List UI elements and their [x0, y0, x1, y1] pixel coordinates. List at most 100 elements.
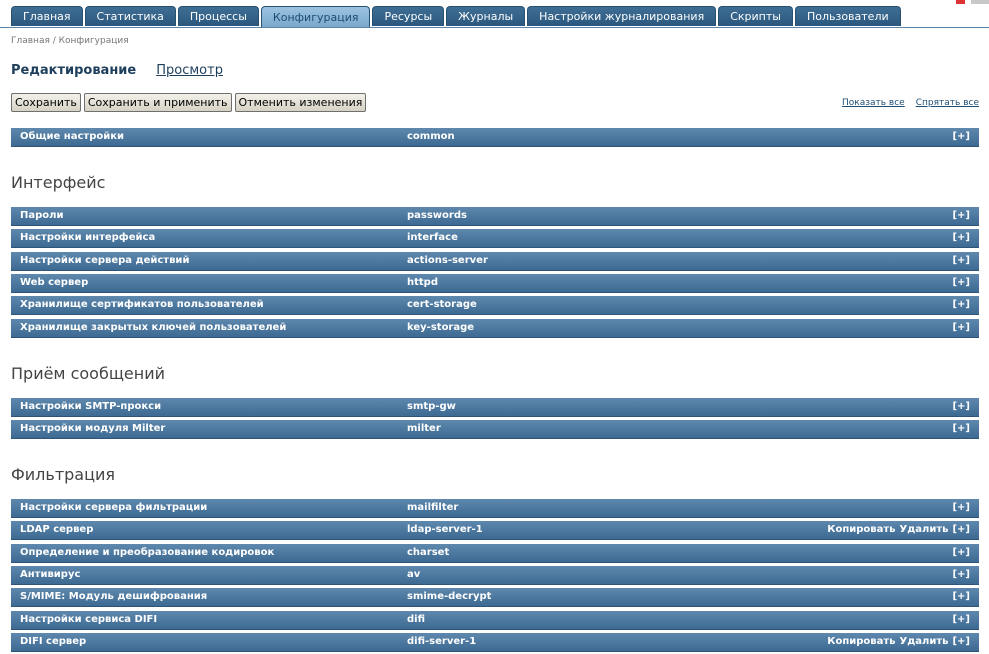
- expand-toggle[interactable]: [+]: [952, 255, 970, 266]
- config-row-av[interactable]: Антивирус av [+]: [11, 566, 979, 585]
- row-actions: [+]: [952, 401, 970, 412]
- config-row-common[interactable]: Общие настройки common [+]: [11, 128, 979, 147]
- expand-toggle[interactable]: [+]: [952, 591, 970, 602]
- flag-icon[interactable]: [947, 0, 965, 4]
- config-row-passwords[interactable]: Пароли passwords [+]: [11, 207, 979, 226]
- tab-logs[interactable]: Журналы: [446, 6, 526, 26]
- row-id: av: [407, 569, 421, 580]
- revert-button[interactable]: Отменить изменения: [234, 93, 367, 112]
- tab-processes[interactable]: Процессы: [177, 6, 259, 26]
- expand-toggle[interactable]: [+]: [952, 547, 970, 558]
- row-id: milter: [407, 423, 441, 434]
- row-actions: [+]: [952, 614, 970, 625]
- mode-view-link[interactable]: Просмотр: [156, 63, 223, 78]
- row-actions: [+]: [952, 569, 970, 580]
- config-row-smtp-gw[interactable]: Настройки SMTP-прокси smtp-gw [+]: [11, 398, 979, 417]
- config-row-key-storage[interactable]: Хранилище закрытых ключей пользователей …: [11, 319, 979, 338]
- tab-users[interactable]: Пользователи: [794, 6, 901, 26]
- config-row-cert-storage[interactable]: Хранилище сертификатов пользователей cer…: [11, 296, 979, 315]
- row-actions: Копировать Удалить [+]: [827, 636, 970, 647]
- row-actions: [+]: [952, 255, 970, 266]
- row-title: Настройки сервиса DIFI: [20, 614, 158, 625]
- row-title: DIFI сервер: [20, 636, 87, 647]
- toolbar: Сохранить Сохранить и применить Отменить…: [11, 93, 367, 112]
- config-row-httpd[interactable]: Web сервер httpd [+]: [11, 274, 979, 293]
- row-id: cert-storage: [407, 299, 477, 310]
- row-title: Настройки модуля Milter: [20, 423, 166, 434]
- nav-tabs: Главная Статистика Процессы Конфигурация…: [11, 6, 903, 27]
- config-row-interface[interactable]: Настройки интерфейса interface [+]: [11, 229, 979, 248]
- copy-link[interactable]: Копировать: [827, 636, 895, 647]
- row-id: httpd: [407, 277, 438, 288]
- section-title-interface: Интерфейс: [11, 173, 106, 192]
- row-id: smime-decrypt: [407, 591, 492, 602]
- tab-scripts[interactable]: Скрипты: [718, 6, 793, 26]
- row-actions: [+]: [952, 210, 970, 221]
- row-title: Настройки сервера действий: [20, 255, 190, 266]
- row-title: Общие настройки: [20, 131, 125, 142]
- tab-statistics[interactable]: Статистика: [84, 6, 176, 26]
- save-apply-button[interactable]: Сохранить и применить: [83, 93, 232, 112]
- row-actions: [+]: [952, 502, 970, 513]
- show-all-link[interactable]: Показать все: [842, 98, 905, 108]
- row-title: LDAP сервер: [20, 524, 94, 535]
- expand-toggle[interactable]: [+]: [952, 210, 970, 221]
- row-id: interface: [407, 232, 458, 243]
- tab-configuration[interactable]: Конфигурация: [260, 6, 371, 27]
- config-row-smime-decrypt[interactable]: S/MIME: Модуль дешифрования smime-decryp…: [11, 588, 979, 607]
- row-actions: [+]: [952, 591, 970, 602]
- config-row-charset[interactable]: Определение и преобразование кодировок c…: [11, 544, 979, 563]
- row-id: smtp-gw: [407, 401, 456, 412]
- expand-toggle[interactable]: [+]: [952, 299, 970, 310]
- row-title: Определение и преобразование кодировок: [20, 547, 275, 558]
- mode-switch: Редактирование Просмотр: [11, 63, 223, 78]
- row-title: Web сервер: [20, 277, 89, 288]
- top-nav-bar: Главная Статистика Процессы Конфигурация…: [0, 0, 989, 28]
- row-title: S/MIME: Модуль дешифрования: [20, 591, 208, 602]
- expand-toggle[interactable]: [+]: [952, 569, 970, 580]
- row-actions: Копировать Удалить [+]: [827, 524, 970, 535]
- copy-link[interactable]: Копировать: [827, 524, 895, 535]
- expand-toggle[interactable]: [+]: [952, 614, 970, 625]
- row-actions: [+]: [952, 423, 970, 434]
- row-actions: [+]: [952, 547, 970, 558]
- config-row-difi-server-1[interactable]: DIFI сервер difi-server-1 Копировать Уда…: [11, 633, 979, 652]
- row-id: charset: [407, 547, 450, 558]
- expand-toggle[interactable]: [+]: [952, 232, 970, 243]
- row-actions: [+]: [952, 299, 970, 310]
- row-id: difi-server-1: [407, 636, 477, 647]
- config-row-milter[interactable]: Настройки модуля Milter milter [+]: [11, 420, 979, 439]
- expand-toggle[interactable]: [+]: [952, 524, 970, 535]
- tab-resources[interactable]: Ресурсы: [372, 6, 445, 26]
- mode-edit: Редактирование: [11, 63, 137, 78]
- expand-toggle[interactable]: [+]: [952, 131, 970, 142]
- delete-link[interactable]: Удалить: [899, 524, 948, 535]
- config-row-ldap-server-1[interactable]: LDAP сервер ldap-server-1 Копировать Уда…: [11, 521, 979, 540]
- expand-toggle[interactable]: [+]: [952, 636, 970, 647]
- save-button[interactable]: Сохранить: [11, 93, 81, 112]
- config-row-difi[interactable]: Настройки сервиса DIFI difi [+]: [11, 611, 979, 630]
- expand-toggle[interactable]: [+]: [952, 277, 970, 288]
- tab-home[interactable]: Главная: [11, 6, 83, 26]
- row-title: Пароли: [20, 210, 64, 221]
- row-id: common: [407, 131, 455, 142]
- tab-logging-settings[interactable]: Настройки журналирования: [527, 6, 717, 26]
- row-title: Настройки сервера фильтрации: [20, 502, 208, 513]
- config-row-actions-server[interactable]: Настройки сервера действий actions-serve…: [11, 252, 979, 271]
- breadcrumb: Главная / Конфигурация: [11, 36, 129, 46]
- row-id: ldap-server-1: [407, 524, 483, 535]
- row-actions: [+]: [952, 232, 970, 243]
- config-row-mailfilter[interactable]: Настройки сервера фильтрации mailfilter …: [11, 499, 979, 518]
- expand-toggle[interactable]: [+]: [952, 401, 970, 412]
- expand-toggle[interactable]: [+]: [952, 502, 970, 513]
- flag-icon[interactable]: [971, 0, 989, 4]
- hide-all-link[interactable]: Спрятать все: [916, 98, 979, 108]
- row-actions: [+]: [952, 322, 970, 333]
- row-id: key-storage: [407, 322, 475, 333]
- expand-toggle[interactable]: [+]: [952, 322, 970, 333]
- section-title-reception: Приём сообщений: [11, 364, 165, 383]
- expand-toggle[interactable]: [+]: [952, 423, 970, 434]
- delete-link[interactable]: Удалить: [899, 636, 948, 647]
- row-id: difi: [407, 614, 425, 625]
- row-title: Хранилище сертификатов пользователей: [20, 299, 264, 310]
